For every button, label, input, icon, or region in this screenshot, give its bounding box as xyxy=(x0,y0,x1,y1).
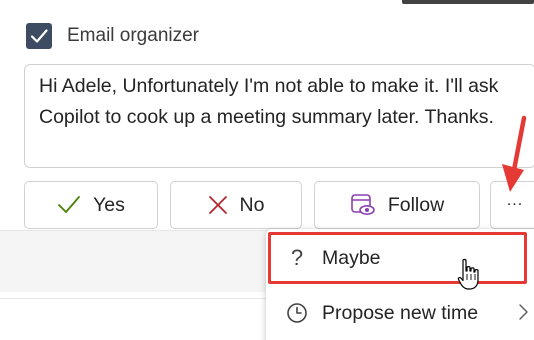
email-organizer-checkbox[interactable] xyxy=(26,23,52,49)
checkmark-icon xyxy=(57,194,81,216)
no-button[interactable]: No xyxy=(170,181,302,229)
email-organizer-label: Email organizer xyxy=(67,25,199,46)
chevron-right-icon xyxy=(518,303,530,327)
maybe-highlight-annotation xyxy=(268,232,527,284)
divider xyxy=(0,298,268,299)
checkmark-icon xyxy=(30,29,48,43)
clock-icon xyxy=(284,302,310,324)
yes-button-label: Yes xyxy=(93,193,125,216)
response-message-text: Hi Adele, Unfortunately I'm not able to … xyxy=(39,75,499,128)
email-organizer-option[interactable]: Email organizer xyxy=(26,23,199,49)
red-arrow-annotation xyxy=(502,115,527,192)
no-button-label: No xyxy=(239,193,265,216)
yes-button[interactable]: Yes xyxy=(24,181,158,229)
hand-pointer-cursor xyxy=(457,258,479,290)
menu-item-propose-label: Propose new time xyxy=(322,301,479,324)
follow-button-label: Follow xyxy=(387,193,445,216)
response-message-field[interactable]: Hi Adele, Unfortunately I'm not able to … xyxy=(24,64,534,168)
x-icon xyxy=(208,195,228,215)
follow-button[interactable]: Follow xyxy=(314,181,480,229)
menu-item-propose-new-time[interactable]: Propose new time xyxy=(266,286,534,340)
toolbar-edge xyxy=(402,0,534,4)
calendar-eye-icon xyxy=(350,193,376,217)
